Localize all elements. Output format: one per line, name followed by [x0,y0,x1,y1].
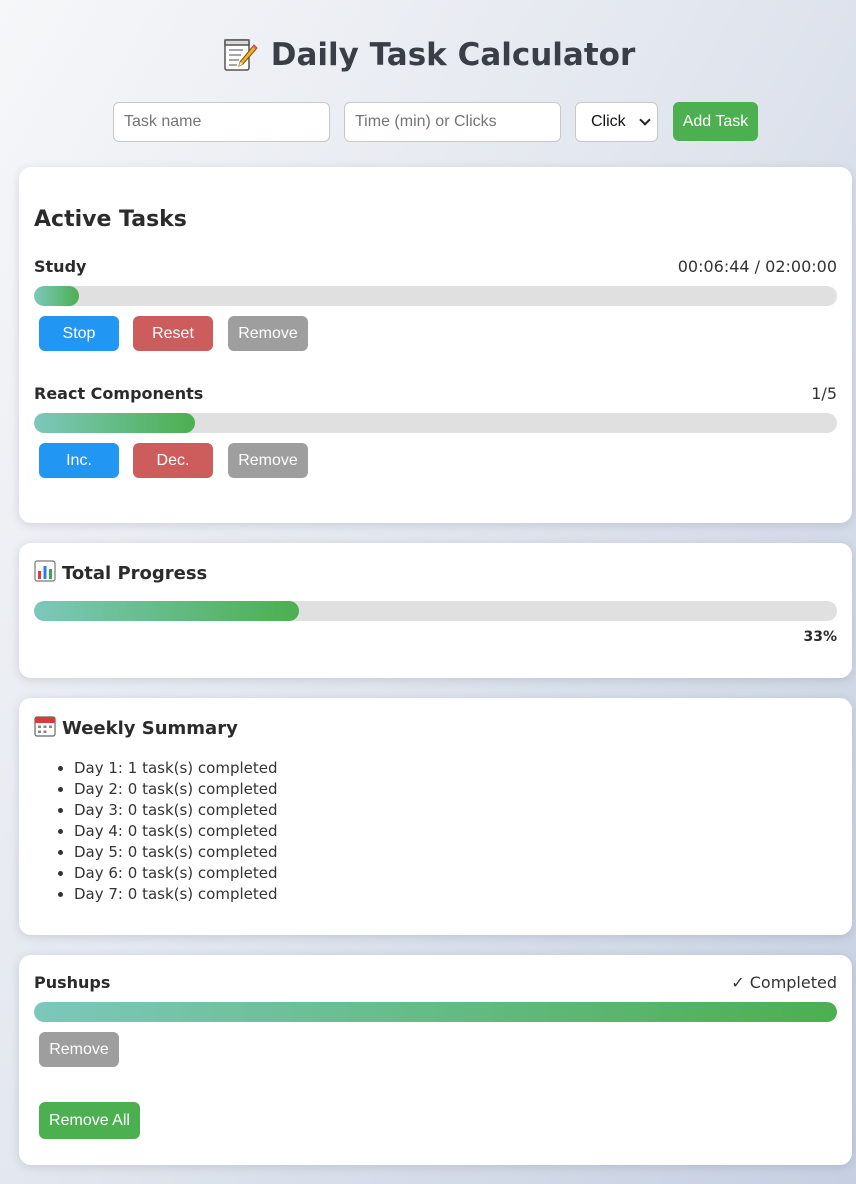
title-text: Daily Task Calculator [270,37,636,73]
total-progress-card: Total Progress 33% [19,543,852,678]
page-title: Daily Task Calculator [0,32,856,78]
list-item: Day 1: 1 task(s) completed [74,758,278,779]
total-progress-fill [34,601,299,621]
remove-pushups-button[interactable]: Remove [39,1032,119,1067]
task-type-selected: Click [591,113,626,130]
chevron-down-icon [639,114,651,126]
total-progress-percent: 33% [803,629,837,645]
weekly-summary-list: Day 1: 1 task(s) completed Day 2: 0 task… [74,758,278,905]
memo-icon [221,36,259,74]
task-name-react: React Components [34,384,204,403]
list-item: Day 2: 0 task(s) completed [74,779,278,800]
progress-bar-study [34,286,837,306]
progress-fill-react [34,413,195,433]
bar-chart-icon [34,560,56,587]
task-name-study: Study [34,257,87,276]
task-name-input[interactable] [113,102,330,142]
weekly-summary-label: Weekly Summary [62,718,238,739]
remove-react-button[interactable]: Remove [228,443,308,478]
active-tasks-card: Active Tasks Study 00:06:44 / 02:00:00 S… [19,167,852,523]
task-status-study: 00:06:44 / 02:00:00 [677,257,837,276]
list-item: Day 5: 0 task(s) completed [74,842,278,863]
increment-button[interactable]: Inc. [39,443,119,478]
add-task-button[interactable]: Add Task [673,102,758,141]
progress-fill-study [34,286,79,306]
progress-bar-pushups [34,1002,837,1022]
total-progress-label: Total Progress [62,563,208,584]
progress-fill-pushups [34,1002,837,1022]
calendar-icon [34,715,56,742]
remove-study-button[interactable]: Remove [228,316,308,351]
task-type-select[interactable]: Click [575,102,658,142]
list-item: Day 4: 0 task(s) completed [74,821,278,842]
progress-bar-react [34,413,837,433]
completed-tasks-card: Pushups ✓ Completed Remove Remove All [19,955,852,1165]
remove-all-button[interactable]: Remove All [39,1102,140,1139]
reset-button[interactable]: Reset [133,316,213,351]
task-status-pushups: ✓ Completed [731,973,837,992]
task-name-pushups: Pushups [34,973,111,992]
total-progress-heading: Total Progress [34,560,207,587]
stop-button[interactable]: Stop [39,316,119,351]
list-item: Day 7: 0 task(s) completed [74,884,278,905]
active-tasks-heading: Active Tasks [34,207,187,232]
list-item: Day 6: 0 task(s) completed [74,863,278,884]
weekly-summary-heading: Weekly Summary [34,715,238,742]
decrement-button[interactable]: Dec. [133,443,213,478]
total-progress-bar [34,601,837,621]
task-status-react: 1/5 [811,384,837,403]
list-item: Day 3: 0 task(s) completed [74,800,278,821]
weekly-summary-card: Weekly Summary Day 1: 1 task(s) complete… [19,698,852,935]
task-amount-input[interactable] [344,102,561,142]
